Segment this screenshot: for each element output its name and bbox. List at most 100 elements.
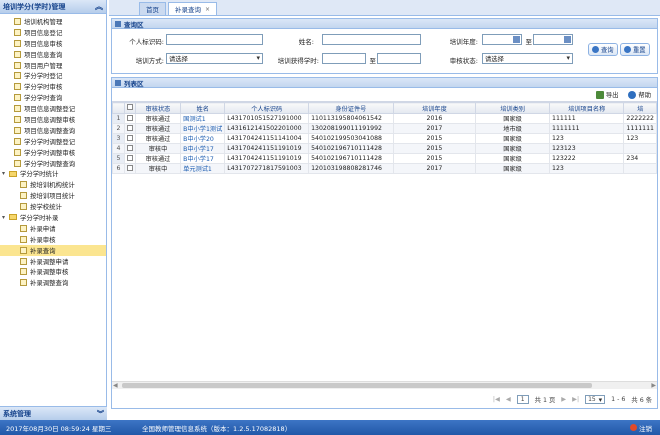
sidebar-item-label: 补录审核 — [30, 235, 56, 244]
expand-toggle-icon[interactable]: ▾ — [2, 214, 8, 221]
prev-page-icon[interactable]: ◀ — [506, 396, 511, 403]
year-to-picker[interactable] — [533, 34, 573, 45]
column-header[interactable]: 姓名 — [180, 102, 226, 114]
folder-icon — [9, 170, 17, 177]
year-from-picker[interactable] — [482, 34, 522, 45]
training-method-select[interactable]: 请选择 — [166, 53, 263, 64]
sidebar-item[interactable]: 项目用户管理 — [0, 60, 106, 71]
document-icon — [14, 17, 21, 25]
sidebar-item[interactable]: 补录调整审核 — [0, 266, 106, 277]
sidebar-item[interactable]: 项目信息查询 — [0, 49, 106, 60]
close-icon[interactable]: × — [205, 6, 210, 13]
sidebar-item[interactable]: 项目信息调整审核 — [0, 114, 106, 125]
cell-name[interactable]: 单元测试1 — [180, 163, 226, 174]
hours-from-input[interactable] — [322, 53, 366, 64]
table-row[interactable]: 3 审核通过 B中小学20 L431704241151141004 5401021995… — [112, 133, 657, 144]
sidebar-item[interactable]: 学分学时调整登记 — [0, 136, 106, 147]
checkbox[interactable] — [126, 164, 133, 171]
table-row[interactable]: 2 审核通过 B中小学1测试 L431612141502201000 130208199… — [112, 123, 657, 134]
cell-project-name: 123 — [549, 163, 625, 174]
next-page-icon[interactable]: ▶ — [561, 396, 566, 403]
sidebar-folder[interactable]: ▾ 学分学时统计 — [0, 168, 106, 179]
sidebar-folder[interactable]: ▾ 学分学时补录 — [0, 212, 106, 223]
sidebar-item[interactable]: 项目信息审核 — [0, 38, 106, 49]
help-button[interactable]: 帮助 — [628, 90, 651, 99]
column-header[interactable]: 个人标识码 — [224, 102, 310, 114]
sidebar-footer[interactable]: 系统管理 ︾ — [0, 406, 107, 420]
column-header[interactable]: 培 — [623, 102, 657, 114]
column-header[interactable]: 培训类别 — [475, 102, 551, 114]
sidebar: 培训学分(学时)管理 ︽ 培训机构管理 项目信息登记 项目信息审核 项目信息查询 项目用… — [0, 0, 107, 420]
sidebar-header[interactable]: 培训学分(学时)管理 ︽ — [0, 0, 106, 14]
sidebar-item[interactable]: 学分学时调整审核 — [0, 147, 106, 158]
checkbox[interactable] — [126, 114, 133, 121]
column-header[interactable]: 审核状态 — [134, 102, 182, 114]
checkbox[interactable] — [126, 144, 133, 151]
sidebar-item[interactable]: 项目信息登记 — [0, 27, 106, 38]
personal-id-input[interactable] — [166, 34, 263, 45]
column-header[interactable]: 身份证件号 — [308, 102, 394, 114]
scroll-left-icon[interactable]: ◀ — [113, 382, 118, 389]
table-row[interactable]: 5 审核通过 B中小学17 L431704241151191019 5401021967… — [112, 153, 657, 164]
sidebar-item[interactable]: 培训机构管理 — [0, 16, 106, 27]
sidebar-item[interactable]: 项目信息调整登记 — [0, 103, 106, 114]
table-row[interactable]: 1 审核通过 国测试1 L431701051527191000 110113195804… — [112, 113, 657, 124]
sidebar-item[interactable]: 补录查询 — [0, 244, 106, 256]
row-checkbox[interactable] — [123, 163, 136, 174]
tab-supplement-query[interactable]: 补录查询 × — [168, 2, 218, 15]
expand-toggle-icon[interactable]: ▾ — [2, 170, 8, 177]
sidebar-item[interactable]: 按学校统计 — [0, 201, 106, 212]
expand-down-icon[interactable]: ︾ — [97, 409, 104, 419]
search-button[interactable]: 查询 — [588, 43, 618, 56]
page-number-input[interactable]: 1 — [516, 394, 529, 404]
sidebar-item[interactable]: 补录调整查询 — [0, 277, 106, 288]
sidebar-item[interactable]: 项目信息调整查询 — [0, 125, 106, 136]
sidebar-item[interactable]: 补录调整申请 — [0, 256, 106, 267]
sidebar-item[interactable]: 按培训项目统计 — [0, 190, 106, 201]
checkbox[interactable] — [126, 154, 133, 161]
sidebar-item[interactable]: 补录申请 — [0, 223, 106, 234]
column-header[interactable]: 培训年度 — [392, 102, 477, 114]
sidebar-item[interactable]: 按培训机构统计 — [0, 179, 106, 190]
calendar-icon[interactable] — [513, 36, 520, 43]
row-checkbox[interactable] — [123, 153, 136, 164]
sidebar-item[interactable]: 学分学时调整查询 — [0, 158, 106, 169]
horizontal-scrollbar[interactable]: ◀ ▶ — [112, 381, 657, 389]
table-row[interactable]: 6 审核中 单元测试1 L431707271817591003 120103198808… — [112, 163, 657, 174]
row-checkbox[interactable] — [123, 143, 136, 154]
checkbox[interactable] — [126, 134, 133, 141]
column-header[interactable]: 培训项目名称 — [549, 102, 625, 114]
sidebar-item[interactable]: 补录审核 — [0, 234, 106, 245]
cell-name[interactable]: B中小学17 — [180, 143, 226, 154]
name-input[interactable] — [322, 34, 421, 45]
row-checkbox[interactable] — [123, 113, 136, 124]
scrollbar-thumb[interactable] — [122, 383, 592, 388]
scroll-right-icon[interactable]: ▶ — [651, 382, 656, 389]
document-icon — [14, 126, 21, 134]
document-icon — [20, 246, 27, 254]
table-row[interactable]: 4 审核中 B中小学17 L431704241151191019 54010219671… — [112, 143, 657, 154]
sidebar-item[interactable]: 学分学时登记 — [0, 70, 106, 81]
cell-name[interactable]: 国测试1 — [180, 113, 226, 124]
reset-button[interactable]: 重置 — [620, 43, 650, 56]
review-status-select[interactable]: 请选择 — [482, 53, 573, 64]
select-all-checkbox[interactable] — [123, 102, 136, 114]
row-checkbox[interactable] — [123, 123, 136, 134]
hours-to-input[interactable] — [377, 53, 421, 64]
cell-name[interactable]: B中小学17 — [180, 153, 226, 164]
tab-home[interactable]: 首页 — [139, 2, 166, 15]
calendar-icon[interactable] — [564, 36, 571, 43]
sidebar-item[interactable]: 学分学时审核 — [0, 81, 106, 92]
first-page-icon[interactable]: |◀ — [493, 396, 500, 403]
row-number: 5 — [112, 153, 125, 164]
export-button[interactable]: 导出 — [595, 90, 618, 99]
page-size-select[interactable]: 15 — [585, 394, 606, 404]
cell-name[interactable]: B中小学20 — [180, 133, 226, 144]
checkbox[interactable] — [126, 124, 133, 131]
row-checkbox[interactable] — [123, 133, 136, 144]
cell-name[interactable]: B中小学1测试 — [180, 123, 226, 134]
logout-button[interactable]: 注销 — [630, 423, 652, 433]
sidebar-item[interactable]: 学分学时查询 — [0, 92, 106, 103]
collapse-up-icon[interactable]: ︽ — [95, 1, 103, 12]
last-page-icon[interactable]: ▶| — [572, 396, 579, 403]
